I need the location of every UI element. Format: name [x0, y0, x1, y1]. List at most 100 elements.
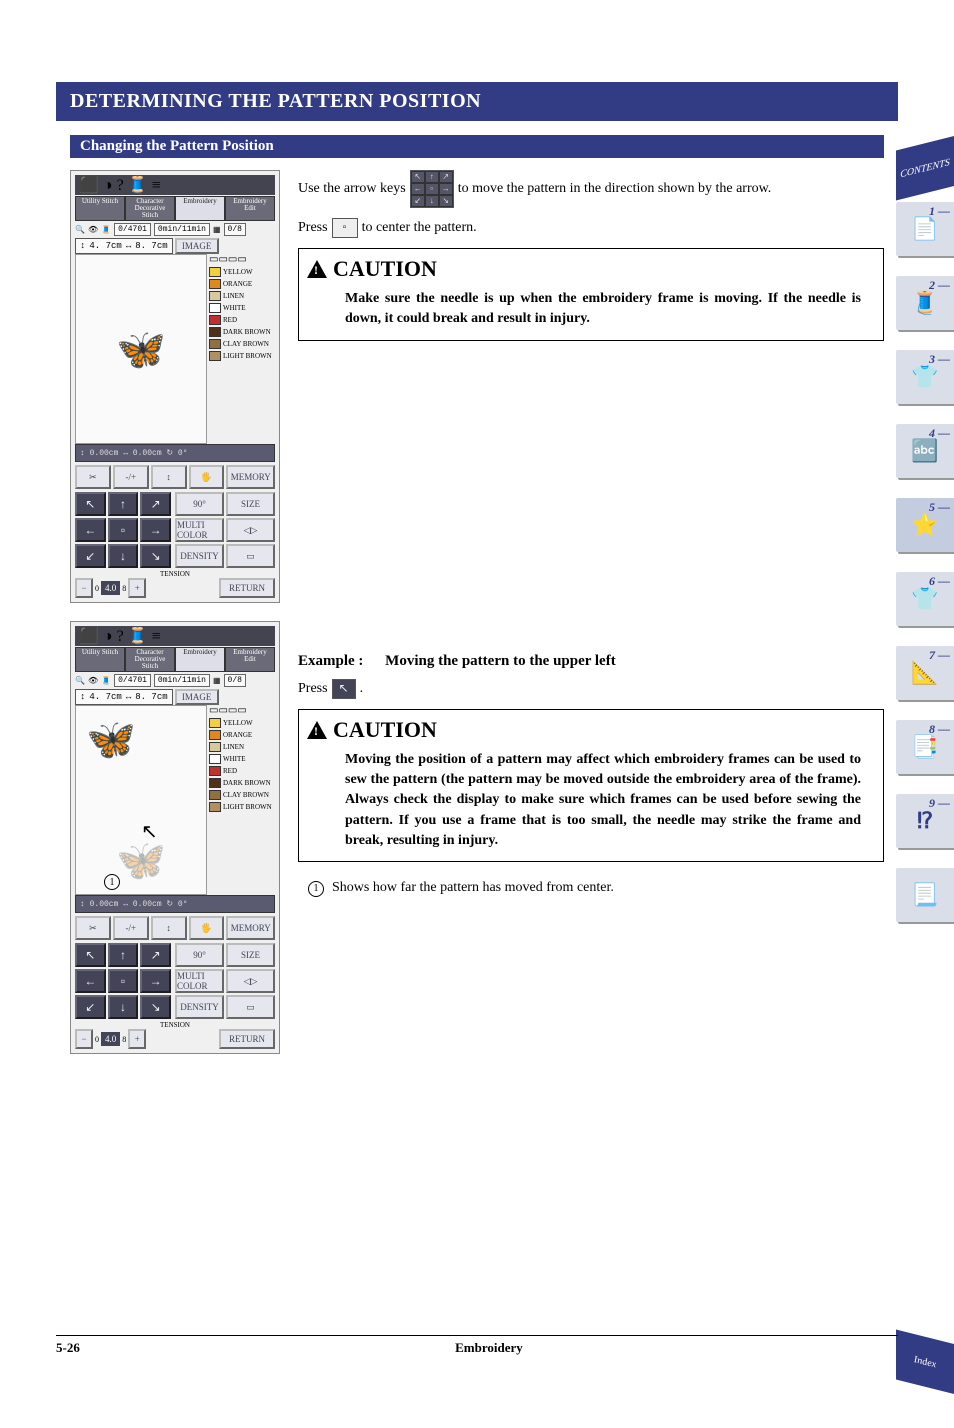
arrow-l-button[interactable]: ← [75, 518, 106, 542]
sub-heading: Changing the Pattern Position [70, 135, 884, 158]
thread-color-row: DARK BROWN [209, 778, 275, 788]
center-key-icon: ▫ [332, 218, 358, 238]
tension-minus[interactable]: − [75, 578, 93, 598]
frame-button[interactable]: ▭ [226, 995, 275, 1019]
ss-icon-bar: ⬛️ ◑ ? 🧵 ≡ [75, 626, 275, 646]
arrow-d-button[interactable]: ↓ [108, 544, 139, 568]
arrow-pad: ↖↑↗ ←▫→ ↙↓↘ [75, 943, 171, 1019]
side-tab-3[interactable]: 3 —👕 [896, 350, 954, 404]
arrow-dr-button[interactable]: ↘ [140, 995, 171, 1019]
ss-stats-row: 🔍👁🧵 0/4701 0min/11min ▦ 0/8 [75, 221, 275, 238]
adjust-button[interactable]: -/+ [113, 465, 149, 489]
tension-minus[interactable]: − [75, 1029, 93, 1049]
arrow-r-button[interactable]: → [140, 518, 171, 542]
side-tab-4[interactable]: 4 —🔤 [896, 424, 954, 478]
arrow-d-button[interactable]: ↓ [108, 995, 139, 1019]
mirror-button[interactable]: 🖐 [189, 465, 225, 489]
thread-color-row: LINEN [209, 742, 275, 752]
arrow-ur-button[interactable]: ↗ [140, 943, 171, 967]
page-banner: DETERMINING THE PATTERN POSITION [56, 82, 898, 121]
side-tab-8[interactable]: 8 —📑 [896, 720, 954, 774]
side-tab-strip: 1 —📄 2 —🧵 3 —👕 4 —🔤 5 —⭐ 6 —👕 7 —📐 8 —📑 9 —⁉ 📃 [896, 202, 954, 922]
press-text-a: Press [298, 679, 328, 699]
image-button[interactable]: IMAGE [175, 689, 219, 705]
memory-button[interactable]: MEMORY [226, 916, 275, 940]
arrow-r-button[interactable]: → [140, 969, 171, 993]
memory-button[interactable]: MEMORY [226, 465, 275, 489]
arrow-pad: ↖↑↗ ←▫→ ↙↓↘ [75, 492, 171, 568]
side-tab-1[interactable]: 1 —📄 [896, 202, 954, 256]
warning-triangle-icon [307, 721, 327, 739]
arrow-l-button[interactable]: ← [75, 969, 106, 993]
return-button[interactable]: RETURN [219, 578, 275, 598]
ss-stats-row: 🔍👁🧵 0/4701 0min/11min ▦ 0/8 [75, 672, 275, 689]
tension-plus[interactable]: + [128, 578, 146, 598]
density-button[interactable]: DENSITY [175, 995, 224, 1019]
thread-color-row: DARK BROWN [209, 327, 275, 337]
arrow-dr-button[interactable]: ↘ [140, 544, 171, 568]
machine-tab[interactable]: Utility Stitch [75, 196, 125, 221]
frame-button[interactable]: ▭ [226, 544, 275, 568]
side-tab-10[interactable]: 📃 [896, 868, 954, 922]
multicolor-button[interactable]: MULTI COLOR [175, 969, 224, 993]
side-tab-5[interactable]: 5 —⭐ [896, 498, 954, 552]
arrow-ul-button[interactable]: ↖ [75, 943, 106, 967]
arrow-dl-button[interactable]: ↙ [75, 995, 106, 1019]
mirror-button[interactable]: 🖐 [189, 916, 225, 940]
position-status-bar: ↕ 0.00cm ↔ 0.00cm ↻ 0° [75, 444, 275, 462]
flip-button[interactable]: ◁▷ [226, 969, 275, 993]
annotation-marker-1: 1 [104, 874, 120, 890]
thread-color-row: CLAY BROWN [209, 790, 275, 800]
needle-button[interactable]: ↕ [151, 465, 187, 489]
cut-button[interactable]: ✂ [75, 916, 111, 940]
arrow-u-button[interactable]: ↑ [108, 492, 139, 516]
density-button[interactable]: DENSITY [175, 544, 224, 568]
note-1-text: Shows how far the pattern has moved from… [332, 878, 614, 898]
tension-plus[interactable]: + [128, 1029, 146, 1049]
machine-tab[interactable]: Character Decorative Stitch [125, 196, 175, 221]
side-tab-9[interactable]: 9 —⁉ [896, 794, 954, 848]
thread-color-row: YELLOW [209, 718, 275, 728]
top-corner-label: CONTENTS [900, 157, 949, 180]
center-pattern-button[interactable]: ▫ [108, 969, 139, 993]
caution-box-2: CAUTION Moving the position of a pattern… [298, 709, 884, 862]
needle-button[interactable]: ↕ [151, 916, 187, 940]
side-tab-6[interactable]: 6 —👕 [896, 572, 954, 626]
machine-tab[interactable]: Embroidery [175, 647, 225, 672]
embroidery-preview-moved: 🦋 ↖ 🦋 1 [75, 705, 207, 895]
machine-tab[interactable]: Embroidery [175, 196, 225, 221]
machine-tab[interactable]: Utility Stitch [75, 647, 125, 672]
arrow-u-button[interactable]: ↑ [108, 943, 139, 967]
center-pattern-button[interactable]: ▫ [108, 518, 139, 542]
flip-button[interactable]: ◁▷ [226, 518, 275, 542]
note-1-number: 1 [308, 881, 324, 897]
rotate-button[interactable]: 90° [175, 492, 224, 516]
press-text-b: . [360, 679, 364, 699]
side-tab-2[interactable]: 2 —🧵 [896, 276, 954, 330]
machine-tab[interactable]: Character Decorative Stitch [125, 647, 175, 672]
para1-text-a: Use the arrow keys [298, 179, 406, 199]
arrow-ul-button[interactable]: ↖ [75, 492, 106, 516]
adjust-button[interactable]: -/+ [113, 916, 149, 940]
top-corner-tab[interactable]: CONTENTS [896, 136, 954, 200]
bottom-corner-tab[interactable]: Index [896, 1330, 954, 1394]
machine-tab[interactable]: Embroidery Edit [225, 647, 275, 672]
position-status-bar: ↕ 0.00cm ↔ 0.00cm ↻ 0° [75, 895, 275, 913]
side-tab-7[interactable]: 7 —📐 [896, 646, 954, 700]
rotate-button[interactable]: 90° [175, 943, 224, 967]
multicolor-button[interactable]: MULTI COLOR [175, 518, 224, 542]
machine-tab[interactable]: Embroidery Edit [225, 196, 275, 221]
arrow-dl-button[interactable]: ↙ [75, 544, 106, 568]
thread-color-row: RED [209, 766, 275, 776]
caution-title: CAUTION [333, 714, 437, 746]
image-button[interactable]: IMAGE [175, 238, 219, 254]
ss-tab-row: Utility StitchCharacter Decorative Stitc… [75, 647, 275, 672]
size-button[interactable]: SIZE [226, 492, 275, 516]
thread-color-row: LIGHT BROWN [209, 802, 275, 812]
size-button[interactable]: SIZE [226, 943, 275, 967]
caution-2-text: Moving the position of a pattern may aff… [299, 746, 883, 861]
cut-button[interactable]: ✂ [75, 465, 111, 489]
arrow-ur-button[interactable]: ↗ [140, 492, 171, 516]
para1-text-b: to move the pattern in the direction sho… [458, 179, 772, 199]
return-button[interactable]: RETURN [219, 1029, 275, 1049]
